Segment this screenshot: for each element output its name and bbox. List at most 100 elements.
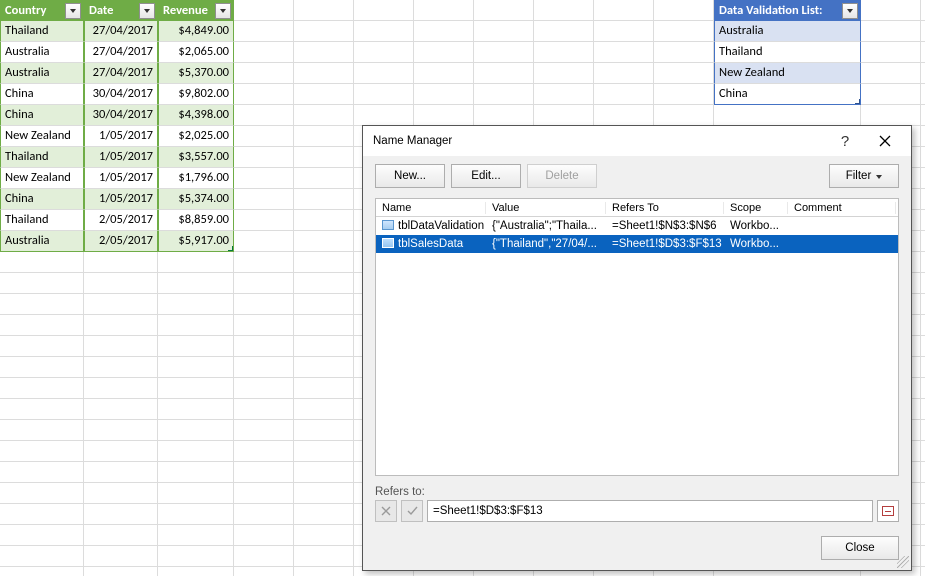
- cell[interactable]: [294, 210, 354, 231]
- cell[interactable]: [234, 378, 294, 399]
- cell[interactable]: [234, 42, 294, 63]
- table1-cell[interactable]: 30/04/2017: [84, 105, 158, 126]
- close-icon[interactable]: [865, 127, 905, 155]
- cell[interactable]: [234, 336, 294, 357]
- filter-dropdown-icon[interactable]: [215, 3, 231, 19]
- cell[interactable]: [921, 105, 925, 126]
- cell[interactable]: [534, 63, 594, 84]
- cell[interactable]: [234, 189, 294, 210]
- cell[interactable]: [84, 315, 158, 336]
- cell[interactable]: [294, 168, 354, 189]
- cell[interactable]: [474, 42, 534, 63]
- table1-cell[interactable]: Australia: [0, 42, 84, 63]
- cell[interactable]: [294, 546, 354, 567]
- cell[interactable]: [234, 126, 294, 147]
- cell[interactable]: [921, 336, 925, 357]
- table1-cell[interactable]: New Zealand: [0, 126, 84, 147]
- col-scope[interactable]: Scope: [724, 202, 788, 214]
- table1-cell[interactable]: 2/05/2017: [84, 210, 158, 231]
- cell[interactable]: [234, 105, 294, 126]
- table1-cell[interactable]: New Zealand: [0, 168, 84, 189]
- cell[interactable]: [0, 483, 84, 504]
- table1-cell[interactable]: $4,849.00: [158, 21, 234, 42]
- cell[interactable]: [654, 0, 714, 21]
- cell[interactable]: [921, 420, 925, 441]
- cell[interactable]: [158, 504, 234, 525]
- cell[interactable]: [594, 42, 654, 63]
- cell[interactable]: [234, 210, 294, 231]
- cell[interactable]: [84, 567, 158, 576]
- cell[interactable]: [921, 525, 925, 546]
- cell[interactable]: [654, 63, 714, 84]
- cell[interactable]: [921, 63, 925, 84]
- cell[interactable]: [158, 273, 234, 294]
- cell[interactable]: [534, 21, 594, 42]
- cell[interactable]: [0, 567, 84, 576]
- cell[interactable]: [921, 357, 925, 378]
- cell[interactable]: [158, 252, 234, 273]
- table2-cell[interactable]: Australia: [714, 21, 861, 42]
- cell[interactable]: [861, 42, 921, 63]
- cell[interactable]: [158, 420, 234, 441]
- cell[interactable]: [861, 21, 921, 42]
- cell[interactable]: [84, 252, 158, 273]
- cell[interactable]: [234, 84, 294, 105]
- cell[interactable]: [234, 357, 294, 378]
- table1-cell[interactable]: 1/05/2017: [84, 189, 158, 210]
- table1-cell[interactable]: $5,374.00: [158, 189, 234, 210]
- table1-cell[interactable]: Australia: [0, 63, 84, 84]
- cell[interactable]: [158, 525, 234, 546]
- cell[interactable]: [294, 63, 354, 84]
- cell[interactable]: [921, 189, 925, 210]
- cell[interactable]: [0, 294, 84, 315]
- cell[interactable]: [158, 399, 234, 420]
- cell[interactable]: [0, 378, 84, 399]
- cell[interactable]: [474, 105, 534, 126]
- table1-cell[interactable]: 2/05/2017: [84, 231, 158, 252]
- cell[interactable]: [234, 399, 294, 420]
- name-row[interactable]: tblSalesData{"Thailand","27/04/...=Sheet…: [376, 235, 898, 253]
- table1-cell[interactable]: $2,065.00: [158, 42, 234, 63]
- cell[interactable]: [0, 357, 84, 378]
- cell[interactable]: [234, 462, 294, 483]
- table1-header[interactable]: Revenue: [158, 0, 234, 21]
- cell[interactable]: [474, 21, 534, 42]
- cell[interactable]: [294, 294, 354, 315]
- cell[interactable]: [474, 63, 534, 84]
- cell[interactable]: [294, 357, 354, 378]
- cell[interactable]: [354, 63, 414, 84]
- cell[interactable]: [234, 252, 294, 273]
- cell[interactable]: [294, 441, 354, 462]
- cell[interactable]: [921, 441, 925, 462]
- cell[interactable]: [594, 0, 654, 21]
- cell[interactable]: [294, 84, 354, 105]
- cell[interactable]: [84, 483, 158, 504]
- collapse-dialog-button[interactable]: [877, 500, 899, 522]
- help-button[interactable]: ?: [825, 127, 865, 155]
- cell[interactable]: [234, 294, 294, 315]
- dialog-titlebar[interactable]: Name Manager ?: [363, 126, 911, 156]
- cell[interactable]: [921, 273, 925, 294]
- cell[interactable]: [294, 273, 354, 294]
- cell[interactable]: [0, 462, 84, 483]
- cell[interactable]: [921, 21, 925, 42]
- cell[interactable]: [234, 525, 294, 546]
- close-button[interactable]: Close: [821, 536, 899, 560]
- cell[interactable]: [84, 420, 158, 441]
- col-value[interactable]: Value: [486, 202, 606, 214]
- cell[interactable]: [921, 462, 925, 483]
- cell[interactable]: [234, 63, 294, 84]
- cell[interactable]: [234, 567, 294, 576]
- cell[interactable]: [158, 357, 234, 378]
- cell[interactable]: [0, 546, 84, 567]
- cell[interactable]: [921, 504, 925, 525]
- table1-cell[interactable]: Thailand: [0, 21, 84, 42]
- cell[interactable]: [414, 105, 474, 126]
- cell[interactable]: [414, 21, 474, 42]
- cell[interactable]: [921, 42, 925, 63]
- cell[interactable]: [158, 441, 234, 462]
- cell[interactable]: [294, 504, 354, 525]
- cell[interactable]: [294, 252, 354, 273]
- cell[interactable]: [234, 441, 294, 462]
- cell[interactable]: [354, 84, 414, 105]
